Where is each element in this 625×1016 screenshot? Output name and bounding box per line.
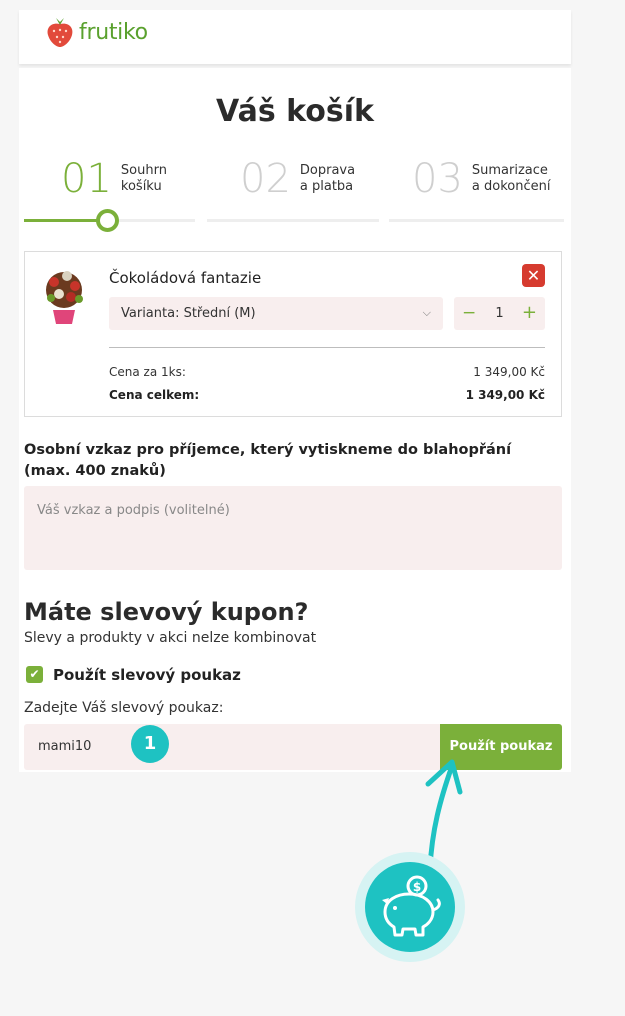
svg-text:$: $ xyxy=(413,880,421,894)
pointer-arrow-icon xyxy=(425,759,463,870)
step-progress-dot xyxy=(96,209,119,232)
variant-value: Varianta: Střední (M) xyxy=(121,306,256,321)
piggy-bank-badge: $ xyxy=(355,852,465,962)
step-badge: 1 xyxy=(131,725,169,763)
step-label-line: a dokončení xyxy=(471,179,551,194)
step-number: 01 xyxy=(61,156,112,202)
step-number: 02 xyxy=(240,156,291,202)
total-price-value: 1 349,00 Kč xyxy=(465,388,545,402)
unit-price-row: Cena za 1ks: 1 349,00 Kč xyxy=(109,365,545,379)
step-label: Souhrn košíku xyxy=(121,163,201,195)
page-title: Váš košík xyxy=(216,94,374,129)
use-coupon-checkbox[interactable]: ✔ xyxy=(26,666,43,683)
coupon-field-label: Zadejte Váš slevový poukaz: xyxy=(24,700,224,716)
cart-panel: Váš košík 01 Souhrn košíku 02 Doprava a … xyxy=(19,68,571,772)
close-icon: ✕ xyxy=(526,266,541,285)
step-label-line: a platba xyxy=(299,179,354,194)
remove-item-button[interactable]: ✕ xyxy=(522,264,545,287)
step-label: Sumarizace a dokončení xyxy=(472,163,552,195)
step-label-line: Souhrn xyxy=(120,163,167,178)
step-progress-track xyxy=(389,219,564,222)
total-price-label: Cena celkem: xyxy=(109,388,200,402)
coupon-input[interactable]: mami10 xyxy=(24,724,440,770)
coupon-value: mami10 xyxy=(38,739,92,754)
coupon-subtitle: Slevy a produkty v akci nelze kombinovat xyxy=(24,630,317,646)
unit-price-value: 1 349,00 Kč xyxy=(473,365,545,379)
brand-logo[interactable]: frutiko xyxy=(45,16,148,48)
strawberry-icon xyxy=(47,18,73,47)
step-summary-finish[interactable]: 03 Sumarizace a dokončení xyxy=(412,156,552,202)
coupon-title: Máte slevový kupon? xyxy=(24,598,309,626)
step-progress-active xyxy=(24,219,104,222)
step-label-line: Doprava xyxy=(299,163,356,178)
message-label: Osobní vzkaz pro příjemce, který vytiskn… xyxy=(24,442,512,479)
step-shipping[interactable]: 02 Doprava a platba xyxy=(240,156,380,202)
message-textarea[interactable]: Váš vzkaz a podpis (volitelné) xyxy=(24,486,562,570)
use-coupon-label[interactable]: Použít slevový poukaz xyxy=(53,666,241,684)
quantity-stepper[interactable]: − 1 + xyxy=(454,297,545,330)
step-label-line: Sumarizace xyxy=(471,163,548,178)
check-icon: ✔ xyxy=(29,667,40,681)
piggy-bank-circle: $ xyxy=(365,862,455,952)
total-price-row: Cena celkem: 1 349,00 Kč xyxy=(109,388,545,402)
step-label: Doprava a platba xyxy=(300,163,380,195)
brand-name: frutiko xyxy=(79,19,148,45)
piggy-bank-icon: $ xyxy=(382,875,441,937)
step-summary[interactable]: 01 Souhrn košíku xyxy=(61,156,201,202)
chevron-down-icon: ⌵ xyxy=(422,306,431,319)
product-image xyxy=(46,271,83,324)
step-progress-track xyxy=(111,219,195,222)
step-progress-track xyxy=(207,219,379,222)
step-label-line: košíku xyxy=(120,179,162,194)
message-placeholder: Váš vzkaz a podpis (volitelné) xyxy=(37,503,230,518)
unit-price-label: Cena za 1ks: xyxy=(109,365,186,379)
cart-item: Čokoládová fantazie ✕ Varianta: Střední … xyxy=(24,251,562,417)
site-header: frutiko xyxy=(19,10,571,64)
step-number: 03 xyxy=(412,156,463,202)
variant-select[interactable]: Varianta: Střední (M) ⌵ xyxy=(109,297,443,330)
divider xyxy=(109,347,545,348)
product-name[interactable]: Čokoládová fantazie xyxy=(109,269,261,287)
plus-icon[interactable]: + xyxy=(522,302,537,323)
